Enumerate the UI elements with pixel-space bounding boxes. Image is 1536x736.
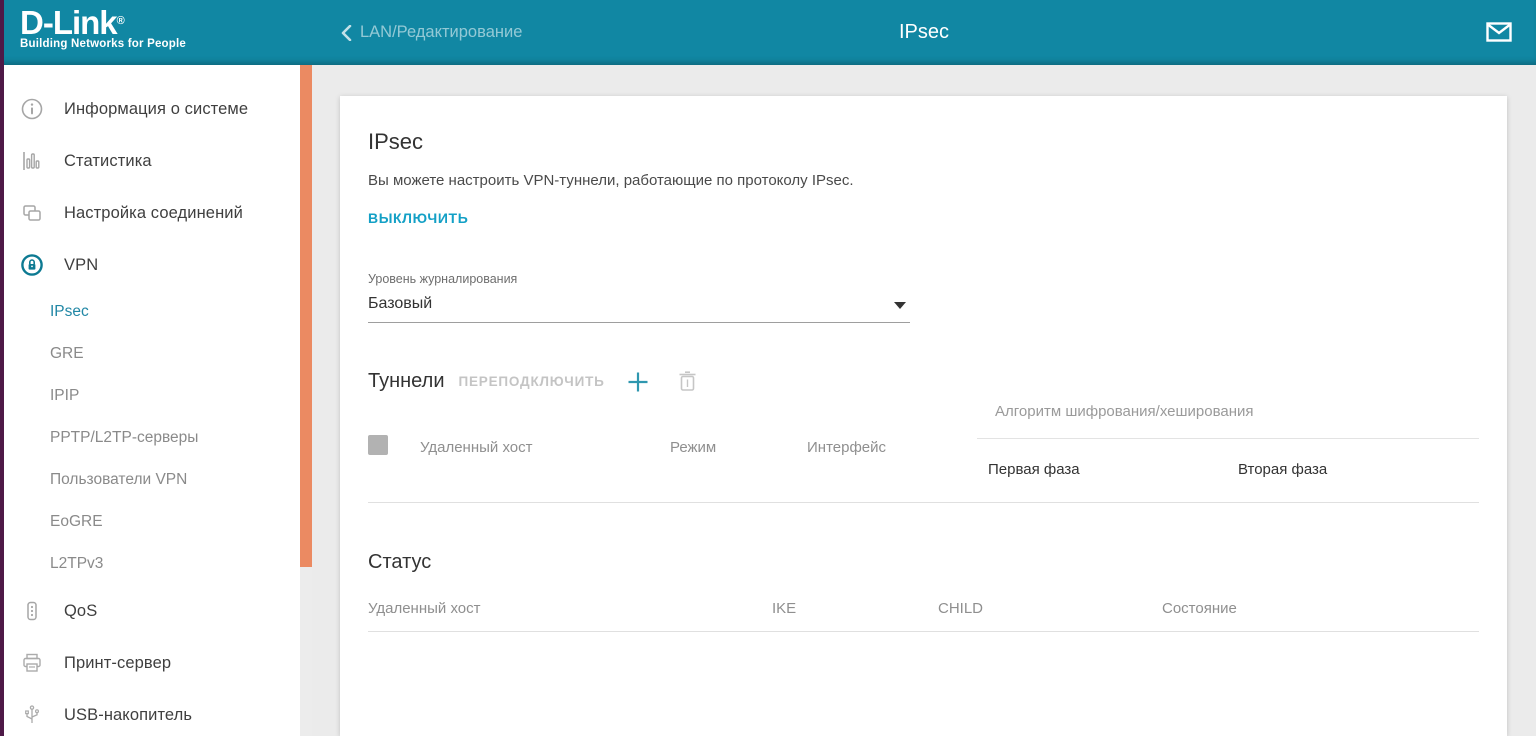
card-title: IPsec <box>368 129 1479 155</box>
mail-icon[interactable] <box>1486 21 1512 43</box>
add-tunnel-button[interactable] <box>627 371 649 393</box>
vpn-submenu: IPsec GRE IPIP PPTP/L2TP-серверы Пользов… <box>4 291 300 585</box>
sidebar-item-label: VPN <box>64 256 98 275</box>
sidebar-item-system-info[interactable]: Информация о системе <box>4 83 300 135</box>
sidebar-item-label: Информация о системе <box>64 100 248 119</box>
sidebar-item-connections[interactable]: Настройка соединений <box>4 187 300 239</box>
sidebar-subitem-label: L2TPv3 <box>50 555 103 573</box>
tunnels-col-group-algorithms: Алгоритм шифрования/хеширования <box>995 403 1254 420</box>
sidebar-item-label: Принт-сервер <box>64 654 171 673</box>
sidebar-item-eogre[interactable]: EoGRE <box>4 501 300 543</box>
tunnels-table: Удаленный хост Режим Интерфейс Алгоритм … <box>368 409 1479 503</box>
sidebar-item-pptp-l2tp[interactable]: PPTP/L2TP-серверы <box>4 417 300 459</box>
sidebar-nav: Информация о системе Статистика Настройк… <box>4 65 300 736</box>
ipsec-card: IPsec Вы можете настроить VPN-туннели, р… <box>340 96 1507 736</box>
log-level-select[interactable]: Базовый <box>368 295 910 323</box>
sidebar-item-ipip[interactable]: IPIP <box>4 375 300 417</box>
sidebar-item-label: Статистика <box>64 152 152 171</box>
tunnels-col-phase2: Вторая фаза <box>1238 461 1327 478</box>
status-col-remote-host: Удаленный хост <box>368 600 481 617</box>
sidebar-item-ipsec[interactable]: IPsec <box>4 291 300 333</box>
sidebar-item-label: Настройка соединений <box>64 204 243 223</box>
printer-icon <box>20 651 44 675</box>
tunnels-title: Туннели <box>368 370 444 393</box>
log-level-field: Уровень журналирования Базовый <box>368 272 910 323</box>
window-edge-strip <box>0 0 4 736</box>
brand-logo: D-Link® Building Networks for People <box>0 0 312 65</box>
tunnels-col-mode: Режим <box>670 439 716 456</box>
tunnels-col-remote-host: Удаленный хост <box>420 439 533 456</box>
tunnels-col-interface: Интерфейс <box>807 439 886 456</box>
card-description: Вы можете настроить VPN-туннели, работаю… <box>368 172 1479 189</box>
logo-tagline: Building Networks for People <box>20 38 312 50</box>
sidebar-item-usb-storage[interactable]: USB-накопитель <box>4 689 300 736</box>
sidebar-subitem-label: GRE <box>50 345 84 363</box>
sidebar-subitem-label: PPTP/L2TP-серверы <box>50 429 198 447</box>
connections-icon <box>20 201 44 225</box>
header-content: LAN/Редактирование IPsec <box>312 0 1536 65</box>
sidebar-item-l2tpv3[interactable]: L2TPv3 <box>4 543 300 585</box>
sidebar-scrollbar-thumb[interactable] <box>300 65 312 567</box>
sidebar-subitem-label: IPsec <box>50 303 89 321</box>
vpn-lock-icon <box>20 253 44 277</box>
stats-icon <box>20 149 44 173</box>
sidebar-item-gre[interactable]: GRE <box>4 333 300 375</box>
sidebar-scrollbar[interactable] <box>300 65 312 736</box>
app-window: D-Link® Building Networks for People LAN… <box>0 0 1536 736</box>
breadcrumb-label: LAN/Редактирование <box>360 23 522 42</box>
sidebar-item-vpn[interactable]: VPN <box>4 239 300 291</box>
status-col-ike: IKE <box>772 600 796 617</box>
qos-icon <box>20 599 44 623</box>
sidebar-subitem-label: IPIP <box>50 387 79 405</box>
sidebar-subitem-label: Пользователи VPN <box>50 471 187 489</box>
dropdown-arrow-icon <box>894 302 906 309</box>
sidebar-item-statistics[interactable]: Статистика <box>4 135 300 187</box>
tunnels-section-header: Туннели ПЕРЕПОДКЛЮЧИТЬ <box>368 370 1479 393</box>
delete-tunnel-button[interactable] <box>677 371 699 393</box>
registered-mark: ® <box>117 15 124 27</box>
info-icon <box>20 97 44 121</box>
sidebar-item-vpn-users[interactable]: Пользователи VPN <box>4 459 300 501</box>
log-level-label: Уровень журналирования <box>368 272 910 286</box>
tunnels-col-phase1: Первая фаза <box>988 461 1080 478</box>
chevron-left-icon <box>340 25 352 41</box>
sidebar-item-label: QoS <box>64 602 97 621</box>
sidebar-item-label: USB-накопитель <box>64 706 192 725</box>
reconnect-button[interactable]: ПЕРЕПОДКЛЮЧИТЬ <box>458 374 604 389</box>
sidebar-item-print-server[interactable]: Принт-сервер <box>4 637 300 689</box>
breadcrumb[interactable]: LAN/Редактирование <box>340 0 522 65</box>
status-table: Удаленный хост IKE CHILD Состояние <box>368 574 1479 632</box>
status-title: Статус <box>368 551 1479 574</box>
main-area: IPsec Вы можете настроить VPN-туннели, р… <box>312 65 1536 736</box>
usb-icon <box>20 703 44 727</box>
top-header: D-Link® Building Networks for People LAN… <box>0 0 1536 65</box>
sidebar-item-qos[interactable]: QoS <box>4 585 300 637</box>
logo-wordmark: D-Link® <box>20 8 312 38</box>
sidebar-subitem-label: EoGRE <box>50 513 103 531</box>
select-all-checkbox[interactable] <box>368 435 388 455</box>
disable-button[interactable]: ВЫКЛЮЧИТЬ <box>368 210 468 226</box>
algo-group-divider <box>977 438 1479 439</box>
sidebar: Информация о системе Статистика Настройк… <box>4 65 300 736</box>
status-col-child: CHILD <box>938 600 983 617</box>
status-col-state: Состояние <box>1162 600 1237 617</box>
